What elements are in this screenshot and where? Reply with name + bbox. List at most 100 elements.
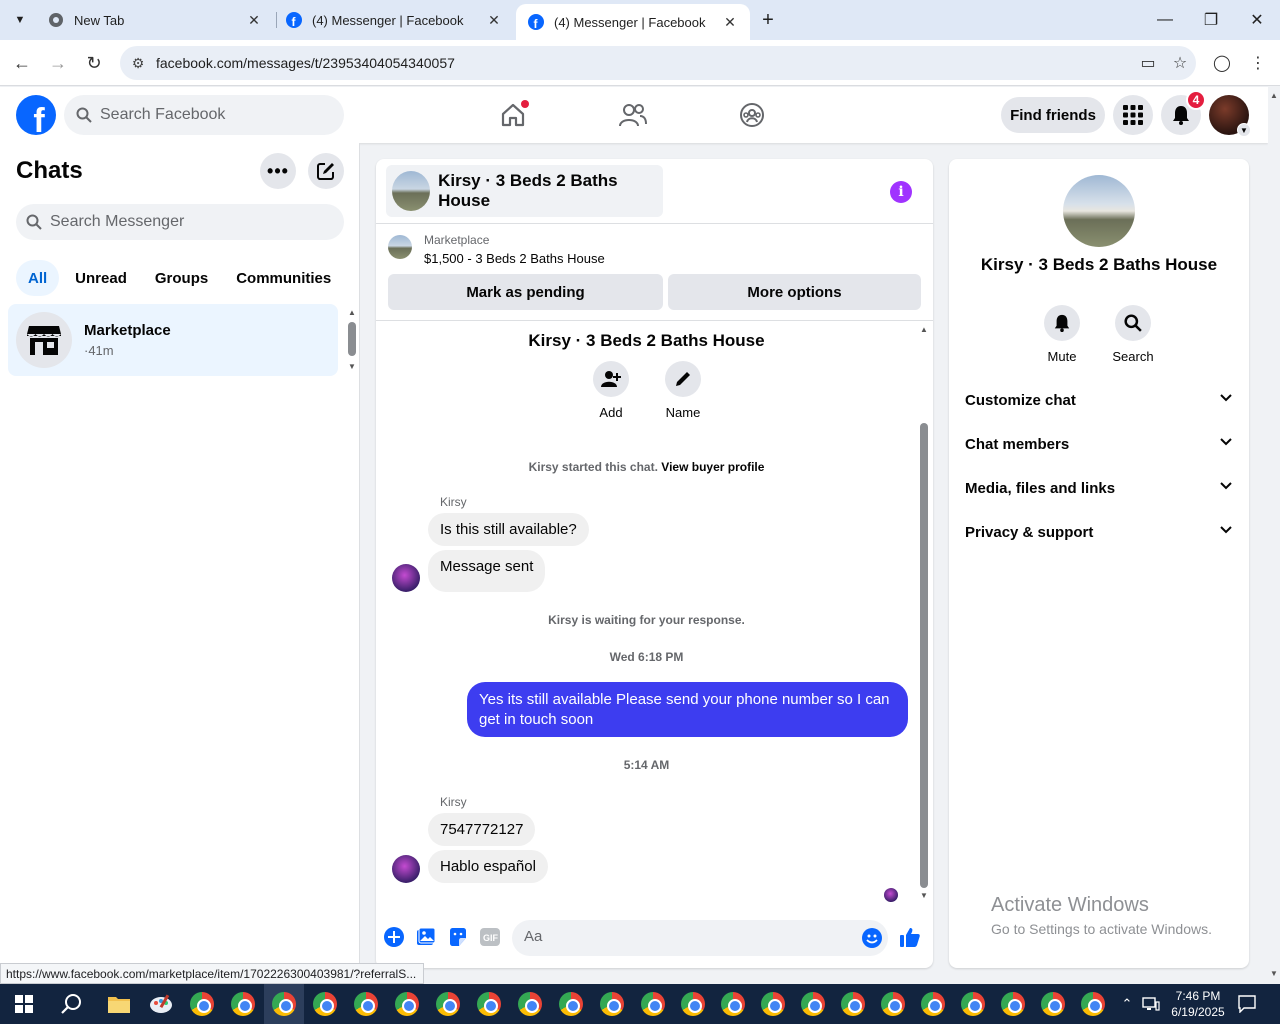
- tab-messenger-1[interactable]: f (4) Messenger | Facebook ✕: [274, 0, 514, 40]
- file-explorer-button[interactable]: [105, 990, 133, 1018]
- reload-button[interactable]: ↻: [80, 50, 108, 76]
- thread-scrollbar[interactable]: ▲ ▼: [917, 321, 933, 901]
- chrome-taskbar-active[interactable]: [264, 984, 304, 1024]
- scroll-down-arrow-icon[interactable]: ▼: [1270, 969, 1278, 978]
- emoji-icon[interactable]: [862, 928, 882, 953]
- tray-overflow-button[interactable]: ⌃: [1118, 984, 1136, 1024]
- install-app-icon[interactable]: ▭: [1132, 53, 1164, 73]
- more-actions-button[interactable]: [383, 926, 405, 948]
- groups-nav-button[interactable]: [736, 99, 768, 131]
- filter-communities[interactable]: Communities: [224, 260, 343, 296]
- filter-unread[interactable]: Unread: [63, 260, 139, 296]
- chrome-taskbar-17[interactable]: [839, 990, 867, 1018]
- sender-avatar[interactable]: [392, 564, 420, 592]
- profile-avatar[interactable]: ▼: [1209, 95, 1251, 137]
- gif-button[interactable]: GIF: [479, 926, 501, 948]
- incoming-message[interactable]: Hablo español: [428, 850, 548, 883]
- home-nav-button[interactable]: [497, 99, 529, 131]
- close-tab-icon[interactable]: ✕: [486, 12, 502, 29]
- facebook-search-input[interactable]: [100, 106, 320, 124]
- minimize-icon[interactable]: —: [1142, 0, 1188, 40]
- tab-messenger-2[interactable]: f (4) Messenger | Facebook ✕: [516, 4, 750, 40]
- back-button[interactable]: ←: [8, 50, 36, 76]
- scroll-down-arrow-icon[interactable]: ▼: [920, 891, 928, 900]
- scroll-up-arrow-icon[interactable]: ▲: [1270, 91, 1278, 100]
- notification-center-button[interactable]: [1236, 984, 1258, 1024]
- chrome-taskbar-15[interactable]: [759, 990, 787, 1018]
- incoming-message[interactable]: 7547772127: [428, 813, 536, 846]
- chrome-taskbar-5[interactable]: [352, 990, 380, 1018]
- chat-list-item[interactable]: Marketplace ·41m: [8, 304, 338, 376]
- messenger-search-box[interactable]: [16, 204, 344, 240]
- chrome-taskbar-4[interactable]: [311, 990, 339, 1018]
- mute-action[interactable]: Mute: [1032, 305, 1092, 364]
- privacy-support-section[interactable]: Privacy & support: [957, 510, 1241, 554]
- bookmark-star-icon[interactable]: ☆: [1164, 53, 1196, 73]
- chrome-taskbar-14[interactable]: [719, 990, 747, 1018]
- facebook-search-box[interactable]: [64, 95, 344, 135]
- chrome-taskbar-16[interactable]: [799, 990, 827, 1018]
- filter-all[interactable]: All: [16, 260, 60, 296]
- customize-chat-section[interactable]: Customize chat: [957, 378, 1241, 422]
- messenger-search-input[interactable]: [50, 213, 270, 231]
- chat-profile-photo[interactable]: [1063, 175, 1135, 247]
- chrome-taskbar-22[interactable]: [1039, 990, 1067, 1018]
- find-friends-button[interactable]: Find friends: [1001, 97, 1105, 133]
- chrome-taskbar-2[interactable]: [229, 990, 257, 1018]
- send-like-button[interactable]: [899, 926, 921, 948]
- chrome-taskbar-19[interactable]: [919, 990, 947, 1018]
- scroll-thumb[interactable]: [348, 322, 356, 356]
- thread-add-action[interactable]: Add: [581, 361, 641, 420]
- paint-app-button[interactable]: [147, 990, 175, 1018]
- friends-nav-button[interactable]: [617, 99, 649, 131]
- info-icon[interactable]: i: [890, 181, 912, 203]
- browser-menu-button[interactable]: ⋮: [1244, 50, 1272, 76]
- close-window-icon[interactable]: ✕: [1234, 0, 1280, 40]
- chrome-taskbar-10[interactable]: [557, 990, 585, 1018]
- sender-avatar[interactable]: [392, 855, 420, 883]
- chrome-taskbar-12[interactable]: [639, 990, 667, 1018]
- chrome-taskbar-1[interactable]: [188, 990, 216, 1018]
- incoming-message[interactable]: Message sent: [428, 550, 546, 592]
- address-bar[interactable]: ⚙ facebook.com/messages/t/23953404054340…: [120, 46, 1196, 80]
- tab-new-tab[interactable]: New Tab ✕: [36, 0, 274, 40]
- outgoing-message[interactable]: Yes its still available Please send your…: [467, 682, 908, 737]
- profile-button[interactable]: ◯: [1208, 50, 1236, 76]
- close-tab-icon[interactable]: ✕: [246, 12, 262, 29]
- tab-list-button[interactable]: ▼: [6, 6, 34, 34]
- chrome-taskbar-8[interactable]: [475, 990, 503, 1018]
- message-input-box[interactable]: [512, 920, 888, 956]
- chrome-taskbar-21[interactable]: [999, 990, 1027, 1018]
- page-scrollbar[interactable]: ▲ ▼: [1268, 87, 1280, 984]
- thread-name-action[interactable]: Name: [653, 361, 713, 420]
- chrome-taskbar-20[interactable]: [959, 990, 987, 1018]
- taskbar-clock[interactable]: 7:46 PM 6/19/2025: [1158, 988, 1238, 1020]
- chrome-taskbar-23[interactable]: [1079, 990, 1107, 1018]
- chrome-taskbar-9[interactable]: [516, 990, 544, 1018]
- scroll-thumb[interactable]: [920, 423, 928, 888]
- chrome-taskbar-18[interactable]: [879, 990, 907, 1018]
- scroll-up-arrow-icon[interactable]: ▲: [348, 308, 356, 317]
- more-options-button[interactable]: More options: [668, 274, 921, 310]
- restore-icon[interactable]: ❐: [1188, 0, 1234, 40]
- new-tab-button[interactable]: +: [754, 0, 782, 40]
- scroll-up-arrow-icon[interactable]: ▲: [920, 325, 928, 334]
- search-in-chat-action[interactable]: Search: [1103, 305, 1163, 364]
- new-message-button[interactable]: [308, 153, 344, 189]
- media-files-links-section[interactable]: Media, files and links: [957, 466, 1241, 510]
- conversation-header[interactable]: Kirsy · 3 Beds 2 Baths House: [386, 165, 663, 217]
- menu-grid-button[interactable]: [1113, 95, 1153, 135]
- chrome-taskbar-13[interactable]: [679, 990, 707, 1018]
- chat-list-scrollbar[interactable]: ▲ ▼: [346, 308, 358, 372]
- sticker-button[interactable]: [447, 926, 469, 948]
- chat-options-button[interactable]: •••: [260, 153, 296, 189]
- filter-groups[interactable]: Groups: [143, 260, 220, 296]
- site-settings-icon[interactable]: ⚙: [120, 55, 156, 72]
- search-taskbar-button[interactable]: [58, 990, 86, 1018]
- facebook-logo-icon[interactable]: f: [16, 95, 56, 135]
- forward-button[interactable]: →: [44, 50, 72, 76]
- close-tab-icon[interactable]: ✕: [722, 14, 738, 31]
- start-button[interactable]: [10, 990, 38, 1018]
- incoming-message[interactable]: Is this still available?: [428, 513, 589, 546]
- scroll-down-arrow-icon[interactable]: ▼: [348, 362, 356, 371]
